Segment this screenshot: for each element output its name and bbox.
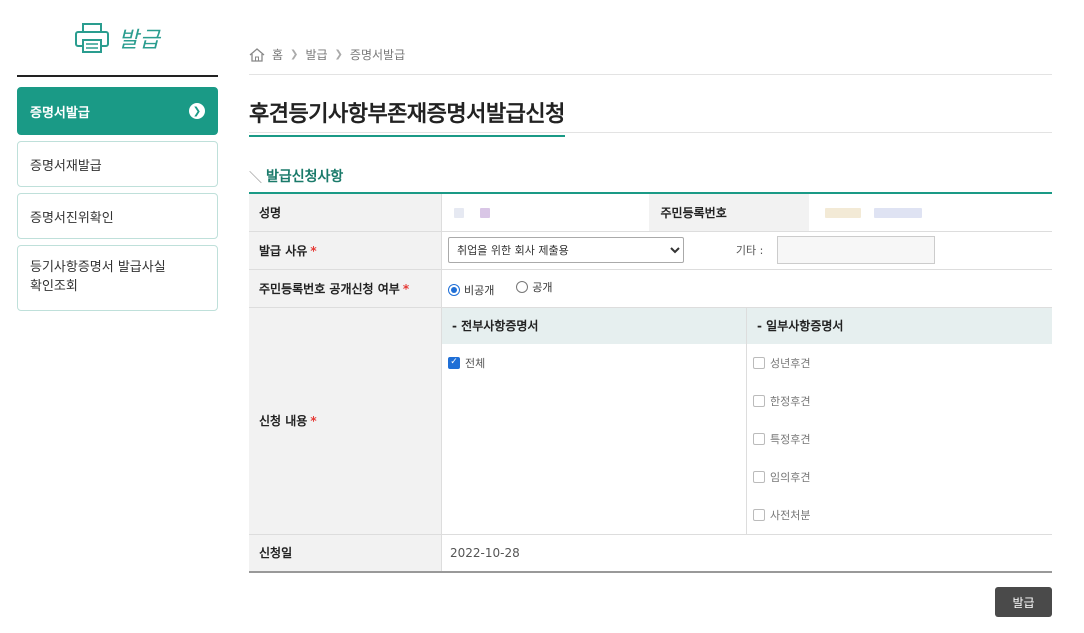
content-label: 신청 내용 * bbox=[249, 307, 442, 535]
chevron-right-icon: ❯ bbox=[290, 49, 299, 60]
rrn-disclose-label: 주민등록번호 공개신청 여부 * bbox=[249, 269, 442, 308]
checkbox-label: 전체 bbox=[465, 356, 486, 370]
name-value bbox=[441, 193, 649, 232]
table-row: 주민등록번호 공개신청 여부 * 비공개 공개 bbox=[249, 269, 1052, 308]
other-reason-input[interactable] bbox=[777, 236, 936, 264]
sidebar-item-certificate-verify[interactable]: 증명서진위확인 bbox=[17, 193, 218, 239]
issue-button[interactable]: 발급 bbox=[995, 587, 1052, 617]
sidebar-item-certificate-reissue[interactable]: 증명서재발급 bbox=[17, 141, 218, 187]
sidebar-menu: 증명서발급 ❯ 증명서재발급 증명서진위확인 등기사항증명서 발급사실 확인조회 bbox=[17, 87, 218, 311]
checkbox-unchecked-icon[interactable] bbox=[753, 508, 765, 521]
radio-selected-icon[interactable] bbox=[448, 283, 460, 296]
partial-certificate-column: - 일부사항증명서 성년후견 한정후견 특정후견 임의후견 사전처분 bbox=[747, 307, 1052, 534]
rrn-label: 주민등록번호 bbox=[648, 193, 809, 232]
breadcrumb: 홈 ❯ 발급 ❯ 증명서발급 bbox=[249, 46, 405, 63]
checkbox-label: 사전처분 bbox=[770, 508, 811, 522]
date-label: 신청일 bbox=[249, 534, 442, 573]
required-asterisk: * bbox=[310, 243, 317, 258]
checkbox-label: 한정후견 bbox=[770, 394, 811, 408]
sidebar-item-label: 등기사항증명서 발급사실 확인조회 bbox=[30, 260, 166, 294]
breadcrumb-issue[interactable]: 발급 bbox=[305, 46, 327, 63]
required-asterisk: * bbox=[310, 414, 317, 428]
checkbox-label: 특정후견 bbox=[770, 432, 811, 446]
chevron-right-icon: ❯ bbox=[189, 103, 205, 119]
full-certificate-heading: - 전부사항증명서 bbox=[442, 307, 746, 344]
checkbox-limited-guardianship[interactable]: 한정후견 bbox=[747, 382, 1052, 420]
table-row: 발급 사유 * 취업을 위한 회사 제출용 기타 : bbox=[249, 231, 1052, 270]
checkbox-unchecked-icon[interactable] bbox=[753, 394, 765, 407]
page-title: 후견등기사항부존재증명서발급신청 bbox=[249, 96, 565, 137]
checkbox-full-all[interactable]: ✓ 전체 bbox=[442, 344, 746, 382]
table-row: 신청일 2022-10-28 bbox=[249, 534, 1052, 573]
radio-unselected-icon[interactable] bbox=[516, 280, 529, 293]
content-grid: - 전부사항증명서 ✓ 전체 - 일부사항증명서 성년후견 한정후견 특정후견 … bbox=[442, 307, 1052, 534]
section-title-text: 발급신청사항 bbox=[266, 169, 344, 185]
radio-public-label: 공개 bbox=[532, 280, 553, 294]
breadcrumb-current[interactable]: 증명서발급 bbox=[350, 46, 405, 63]
rrn-disclose-label-text: 주민등록번호 공개신청 여부 bbox=[259, 281, 400, 296]
section-title: ＼ 발급신청사항 bbox=[249, 166, 343, 186]
printer-icon bbox=[75, 22, 110, 53]
checkbox-voluntary-guardianship[interactable]: 임의후견 bbox=[747, 458, 1052, 496]
sidebar-item-label: 증명서재발급 bbox=[30, 158, 102, 174]
other-label: 기타 : bbox=[735, 243, 764, 257]
checkbox-unchecked-icon[interactable] bbox=[753, 432, 765, 445]
radio-private[interactable]: 비공개 bbox=[448, 282, 494, 298]
checkbox-checked-icon[interactable]: ✓ bbox=[448, 356, 460, 369]
divider bbox=[249, 74, 1052, 75]
chevron-right-icon: ❯ bbox=[334, 49, 343, 60]
reason-select[interactable]: 취업을 위한 회사 제출용 bbox=[448, 237, 684, 263]
checkbox-label: 임의후견 bbox=[770, 470, 811, 484]
name-label: 성명 bbox=[249, 193, 442, 232]
checkbox-unchecked-icon[interactable] bbox=[753, 356, 765, 369]
sidebar-brand-title: 발급 bbox=[118, 27, 161, 53]
sidebar-item-certificate-issue[interactable]: 증명서발급 ❯ bbox=[17, 87, 218, 135]
home-icon[interactable] bbox=[249, 47, 265, 62]
reason-label: 발급 사유 * bbox=[249, 231, 442, 270]
partial-certificate-heading: - 일부사항증명서 bbox=[747, 307, 1052, 344]
radio-private-label: 비공개 bbox=[464, 283, 495, 297]
table-row: 성명 주민등록번호 bbox=[249, 193, 1052, 232]
sidebar-header: 발급 bbox=[17, 0, 218, 77]
checkbox-label: 성년후견 bbox=[770, 356, 811, 370]
table-row: 신청 내용 * - 전부사항증명서 ✓ 전체 - 일부사항증명서 성년후견 한정… bbox=[249, 307, 1052, 535]
application-form-table: 성명 주민등록번호 발급 사유* 취업을 위한 회사 제출용 기타 : 주민등 bbox=[249, 192, 1052, 573]
redacted-text bbox=[454, 207, 464, 218]
checkbox-preliminary-disposition[interactable]: 사전처분 bbox=[747, 496, 1052, 534]
redacted-text bbox=[824, 207, 861, 218]
redacted-text bbox=[479, 207, 490, 218]
reason-label-text: 발급 사유 bbox=[259, 243, 308, 258]
radio-public[interactable]: 공개 bbox=[516, 279, 552, 295]
content-cell: - 전부사항증명서 ✓ 전체 - 일부사항증명서 성년후견 한정후견 특정후견 … bbox=[441, 307, 1052, 535]
sidebar-item-issue-history-lookup[interactable]: 등기사항증명서 발급사실 확인조회 bbox=[17, 245, 218, 311]
full-certificate-column: - 전부사항증명서 ✓ 전체 bbox=[442, 307, 747, 534]
required-asterisk: * bbox=[402, 281, 410, 296]
reason-cell: 취업을 위한 회사 제출용 기타 : bbox=[441, 231, 1052, 270]
date-value: 2022-10-28 bbox=[441, 534, 1052, 573]
breadcrumb-home[interactable]: 홈 bbox=[272, 46, 283, 63]
sidebar-item-label: 증명서진위확인 bbox=[30, 210, 114, 226]
content-label-text: 신청 내용 bbox=[259, 414, 308, 428]
rrn-value bbox=[808, 193, 1052, 232]
checkbox-adult-guardianship[interactable]: 성년후견 bbox=[747, 344, 1052, 382]
section-slash-icon: ＼ bbox=[249, 170, 263, 186]
redacted-text bbox=[874, 207, 923, 218]
checkbox-unchecked-icon[interactable] bbox=[753, 470, 765, 483]
divider bbox=[249, 132, 1052, 133]
checkbox-specific-guardianship[interactable]: 특정후견 bbox=[747, 420, 1052, 458]
rrn-disclose-cell: 비공개 공개 bbox=[441, 269, 1052, 308]
sidebar: 발급 증명서발급 ❯ 증명서재발급 증명서진위확인 등기사항증명서 발급사실 확… bbox=[17, 0, 218, 317]
sidebar-item-label: 증명서발급 bbox=[30, 105, 90, 121]
